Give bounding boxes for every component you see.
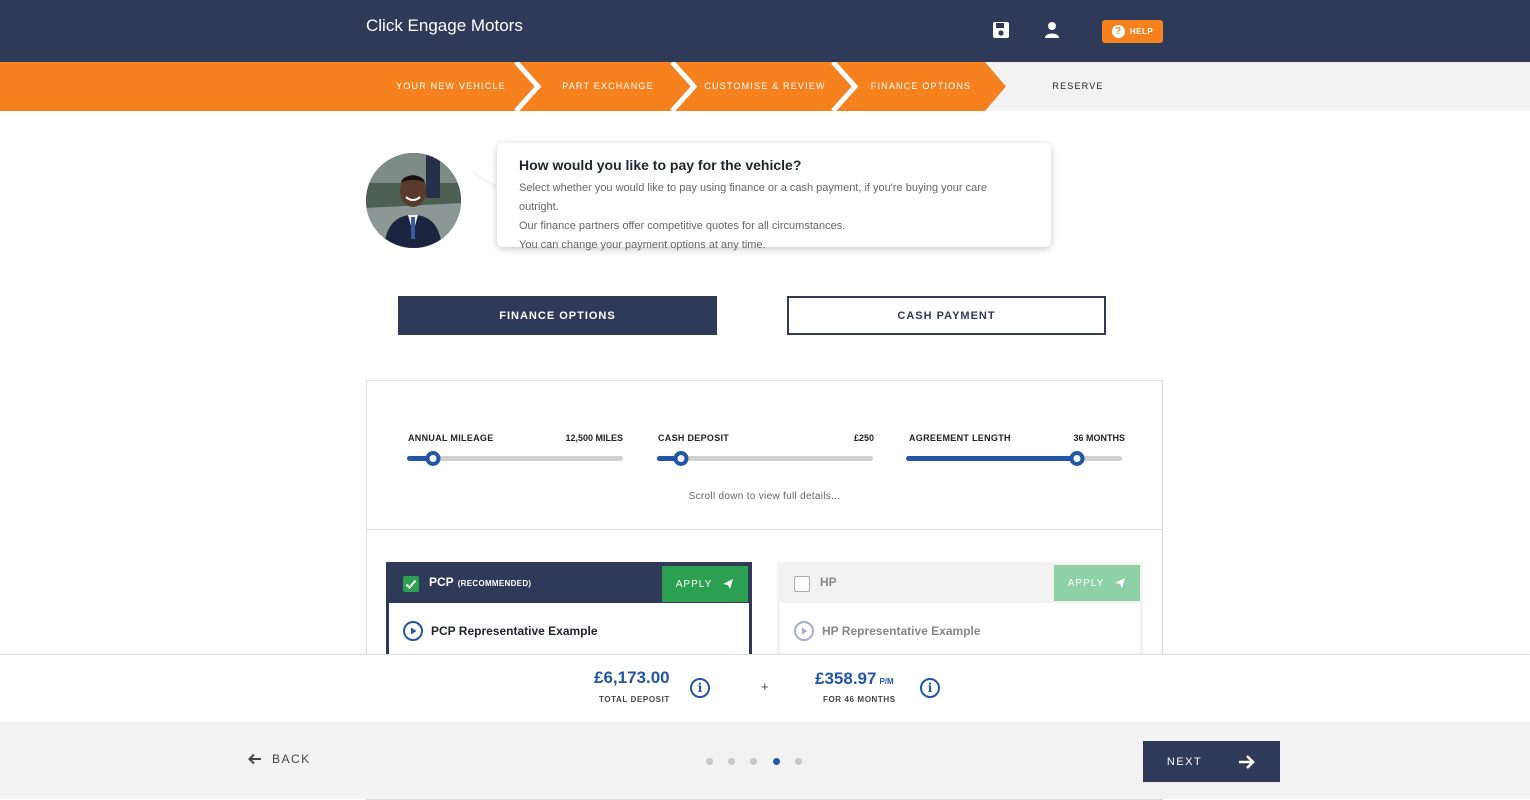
panel-divider [367, 529, 1162, 530]
recommended-badge: (RECOMMENDED) [457, 579, 532, 588]
annual-mileage-label: ANNUAL MILEAGE [408, 433, 494, 443]
pcp-title: PCP (RECOMMENDED) [429, 575, 531, 589]
plus-sign: + [761, 679, 769, 694]
annual-mileage-value: 12,500 MILES [565, 433, 623, 443]
annual-mileage-slider[interactable] [407, 451, 623, 466]
pcp-card[interactable]: PCP (RECOMMENDED) APPLY PCP Representativ… [386, 562, 752, 662]
next-label: NEXT [1166, 755, 1203, 768]
step-separator [831, 62, 859, 111]
slider-fill [906, 456, 1077, 461]
message-line: Select whether you would like to pay usi… [519, 182, 988, 213]
progress-stepper: YOUR NEW VEHICLE PART EXCHANGE CUSTOMISE… [0, 62, 1530, 111]
help-button[interactable]: ? HELP [1102, 20, 1163, 43]
message-line: Our finance partners offer competitive q… [519, 220, 846, 232]
apply-label: APPLY [1067, 577, 1105, 589]
advisor-avatar [366, 153, 461, 248]
page-dot-current[interactable] [773, 758, 780, 765]
finance-options-button[interactable]: FINANCE OPTIONS [398, 296, 717, 335]
hp-representative-example[interactable]: HP Representative Example [794, 621, 981, 641]
help-label: HELP [1129, 27, 1154, 36]
play-icon [794, 621, 814, 641]
brand-name: Click Engage Motors [366, 16, 523, 35]
step-reserve[interactable]: RESERVE [1052, 81, 1103, 91]
page-dot[interactable] [728, 758, 735, 765]
pcp-representative-example[interactable]: PCP Representative Example [403, 621, 598, 641]
monthly-term-label: FOR 46 MONTHS [823, 695, 896, 704]
hp-card-header: HP APPLY [780, 565, 1140, 603]
page-dot[interactable] [750, 758, 757, 765]
cash-deposit-value: £250 [853, 433, 874, 443]
back-button[interactable]: BACK [248, 752, 311, 766]
save-icon[interactable] [991, 20, 1011, 40]
check-icon [405, 579, 417, 589]
hp-representative-label: HP Representative Example [822, 624, 981, 638]
message-title: How would you like to pay for the vehicl… [519, 157, 802, 173]
hp-card[interactable]: HP APPLY HP Representative Example [777, 562, 1143, 662]
apply-label: APPLY [675, 578, 713, 590]
slider-thumb[interactable] [1069, 451, 1085, 466]
per-month-unit: P/M [879, 677, 894, 686]
arrow-left-icon [248, 753, 261, 765]
monthly-amount: £358.97 [815, 669, 877, 688]
cash-payment-button[interactable]: CASH PAYMENT [787, 296, 1106, 335]
step-customise-review[interactable]: CUSTOMISE & REVIEW [704, 81, 825, 91]
pcp-title-text: PCP [429, 575, 454, 589]
advisor-message: How would you like to pay for the vehicl… [497, 143, 1051, 251]
page-dot[interactable] [706, 758, 713, 765]
arrow-right-icon [1239, 754, 1256, 769]
step-separator [670, 62, 698, 111]
footer-nav [0, 722, 1530, 799]
step-part-exchange[interactable]: PART EXCHANGE [562, 81, 654, 91]
back-label: BACK [272, 752, 311, 766]
agreement-length-label: AGREEMENT LENGTH [909, 433, 1011, 443]
pcp-checkbox[interactable] [403, 576, 419, 592]
monthly-info-icon[interactable]: i [920, 678, 940, 698]
hp-apply-button[interactable]: APPLY [1054, 565, 1140, 601]
cash-deposit-slider[interactable] [657, 451, 873, 466]
pcp-apply-button[interactable]: APPLY [662, 566, 748, 602]
pcp-representative-label: PCP Representative Example [431, 624, 598, 638]
top-header: Click Engage Motors ? HELP [0, 0, 1530, 62]
hp-checkbox[interactable] [794, 576, 810, 592]
monthly-payment: £358.97 P/M [815, 669, 894, 689]
send-icon [723, 579, 734, 589]
user-icon[interactable] [1042, 20, 1062, 40]
play-icon [403, 621, 423, 641]
next-button[interactable]: NEXT [1143, 741, 1280, 782]
slider-thumb[interactable] [425, 451, 441, 466]
step-your-new-vehicle[interactable]: YOUR NEW VEHICLE [396, 81, 506, 91]
help-icon: ? [1111, 25, 1125, 38]
message-line: You can change your payment options at a… [519, 239, 766, 251]
cash-deposit-label: CASH DEPOSIT [658, 433, 730, 443]
page-dot[interactable] [795, 758, 802, 765]
pcp-card-header: PCP (RECOMMENDED) APPLY [389, 565, 749, 603]
agreement-length-slider[interactable] [906, 451, 1122, 466]
step-separator [514, 62, 542, 111]
hp-title: HP [820, 575, 837, 589]
step-finance-options[interactable]: FINANCE OPTIONS [871, 81, 972, 91]
total-deposit-amount: £6,173.00 [594, 668, 670, 687]
send-icon [1115, 578, 1126, 588]
deposit-info-icon[interactable]: i [690, 678, 710, 698]
total-deposit-label: TOTAL DEPOSIT [599, 695, 670, 704]
slider-thumb[interactable] [673, 451, 689, 466]
agreement-length-value: 36 MONTHS [1073, 433, 1125, 443]
scroll-hint: Scroll down to view full details... [688, 491, 841, 502]
